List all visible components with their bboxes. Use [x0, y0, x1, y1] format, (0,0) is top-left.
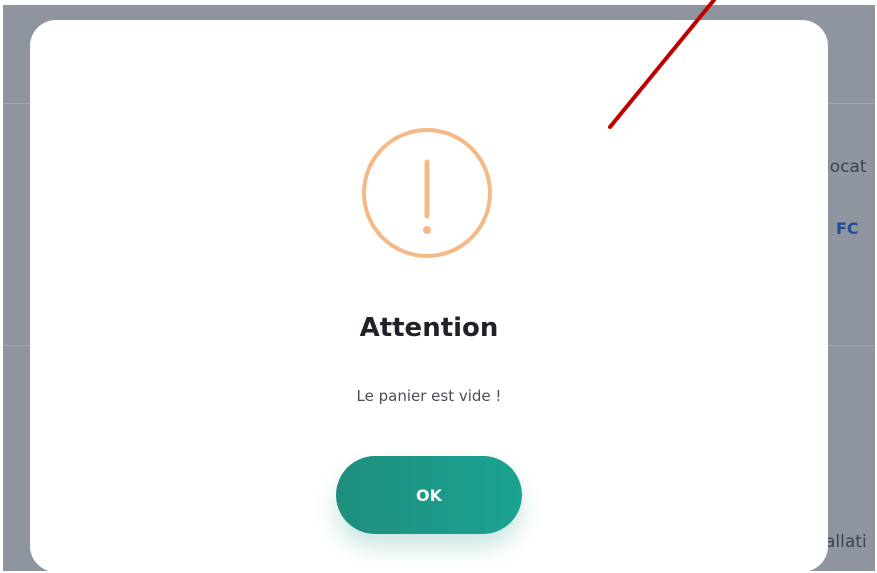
background-club-link: FC	[836, 219, 859, 238]
alert-dialog: Attention Le panier est vide ! OK	[30, 20, 828, 572]
dialog-title: Attention	[359, 313, 499, 343]
background-location-text: locat	[825, 157, 867, 177]
exclamation-circle-icon	[362, 128, 492, 258]
background-installation-text: allati	[825, 532, 867, 552]
dialog-message: Le panier est vide !	[356, 387, 502, 405]
ok-button[interactable]: OK	[336, 456, 522, 534]
